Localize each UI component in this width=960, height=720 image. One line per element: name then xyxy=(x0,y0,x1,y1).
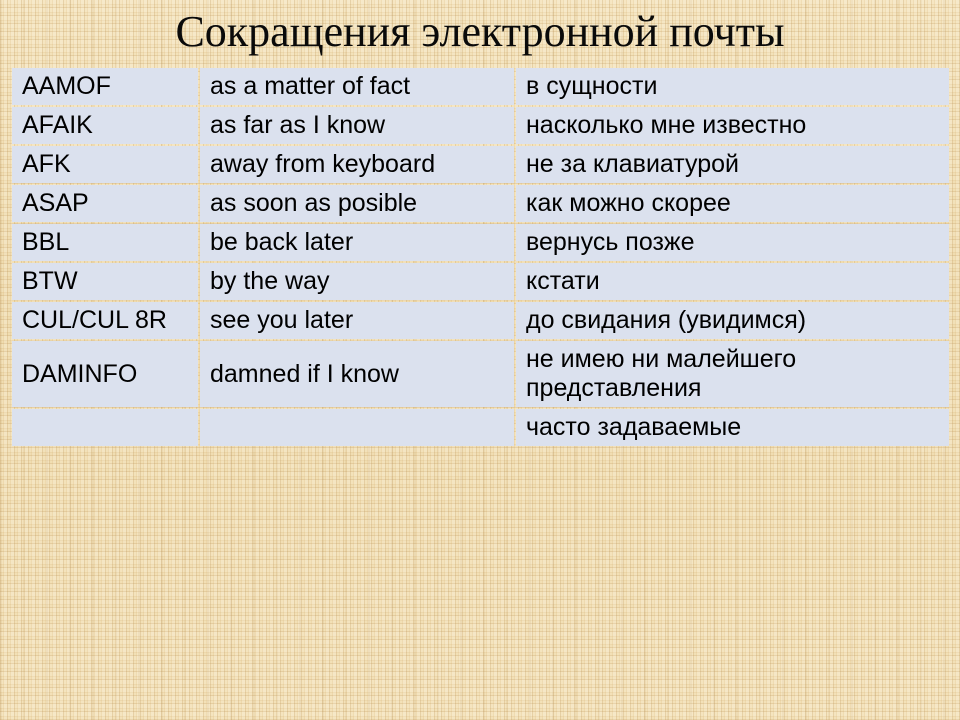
cell-abbreviation: BBL xyxy=(12,224,198,261)
cell-abbreviation: AFAIK xyxy=(12,107,198,144)
abbreviations-table-container: AAMOF as a matter of fact в сущности AFA… xyxy=(10,66,949,448)
cell-abbreviation: ASAP xyxy=(12,185,198,222)
cell-russian: насколько мне известно xyxy=(516,107,949,144)
table-row: AFAIK as far as I know насколько мне изв… xyxy=(12,107,949,144)
table-row-partial: часто задаваемые xyxy=(12,409,949,446)
cell-russian: часто задаваемые xyxy=(516,409,949,446)
cell-russian: кстати xyxy=(516,263,949,300)
cell-russian: не имею ни малейшего представления xyxy=(516,341,949,407)
table-row: AAMOF as a matter of fact в сущности xyxy=(12,68,949,105)
cell-english: see you later xyxy=(200,302,514,339)
slide-canvas: Сокращения электронной почты AAMOF as a … xyxy=(0,0,960,720)
cell-abbreviation: BTW xyxy=(12,263,198,300)
cell-abbreviation: DAMINFO xyxy=(12,341,198,407)
cell-russian: до свидания (увидимся) xyxy=(516,302,949,339)
table-row: BTW by the way кстати xyxy=(12,263,949,300)
cell-abbreviation: CUL/CUL 8R xyxy=(12,302,198,339)
cell-russian: вернусь позже xyxy=(516,224,949,261)
cell-english xyxy=(200,409,514,446)
table-row: CUL/CUL 8R see you later до свидания (ув… xyxy=(12,302,949,339)
abbreviations-table-body: AAMOF as a matter of fact в сущности AFA… xyxy=(12,68,949,446)
cell-russian: как можно скорее xyxy=(516,185,949,222)
cell-russian: в сущности xyxy=(516,68,949,105)
table-row: AFK away from keyboard не за клавиатурой xyxy=(12,146,949,183)
cell-english: as far as I know xyxy=(200,107,514,144)
cell-abbreviation: AAMOF xyxy=(12,68,198,105)
cell-english: by the way xyxy=(200,263,514,300)
cell-abbreviation xyxy=(12,409,198,446)
cell-english: as a matter of fact xyxy=(200,68,514,105)
cell-abbreviation: AFK xyxy=(12,146,198,183)
cell-russian: не за клавиатурой xyxy=(516,146,949,183)
cell-english: as soon as posible xyxy=(200,185,514,222)
abbreviations-table: AAMOF as a matter of fact в сущности AFA… xyxy=(10,66,951,448)
table-row: ASAP as soon as posible как можно скорее xyxy=(12,185,949,222)
page-title: Сокращения электронной почты xyxy=(175,7,785,56)
cell-english: damned if I know xyxy=(200,341,514,407)
table-row: DAMINFO damned if I know не имею ни мале… xyxy=(12,341,949,407)
cell-english: away from keyboard xyxy=(200,146,514,183)
cell-english: be back later xyxy=(200,224,514,261)
table-row: BBL be back later вернусь позже xyxy=(12,224,949,261)
